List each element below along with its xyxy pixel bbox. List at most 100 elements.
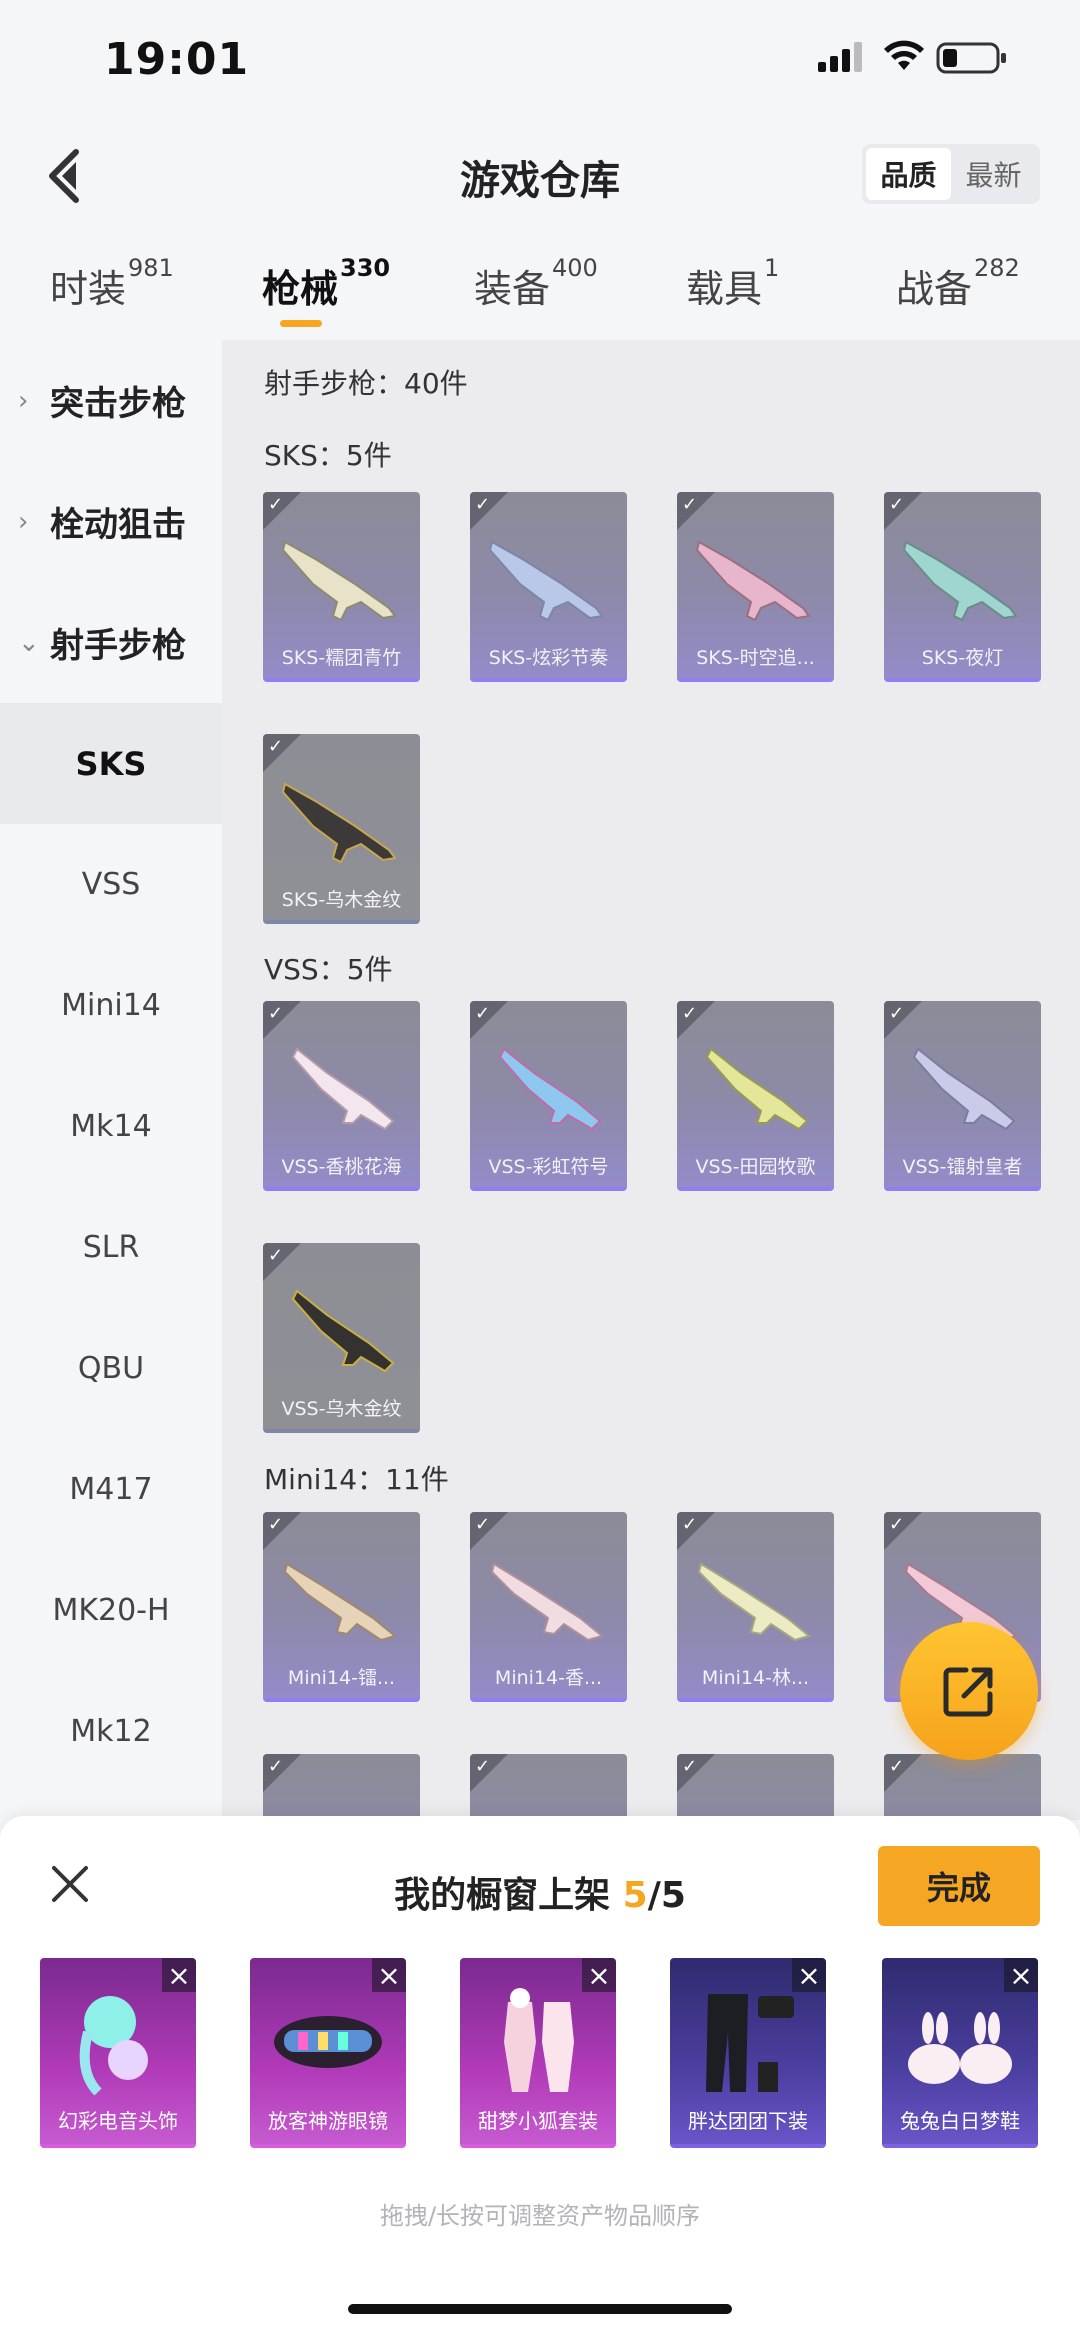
- tab-label: 装备: [474, 267, 551, 311]
- item-card[interactable]: ✓ SKS-糯团青竹: [263, 492, 420, 682]
- headwear-icon: [79, 1996, 148, 2096]
- rifle-icon: [695, 540, 811, 622]
- sidebar-group-dmr[interactable]: ⌄ 射手步枪: [0, 582, 222, 703]
- remove-icon[interactable]: ×: [582, 1958, 616, 1992]
- remove-icon[interactable]: ×: [162, 1958, 196, 1992]
- sidebar-item-m417[interactable]: M417: [0, 1429, 222, 1550]
- item-name: VSS-田园牧歌: [695, 1156, 816, 1178]
- done-button[interactable]: 完成: [878, 1846, 1040, 1926]
- rifle-icon: [705, 1047, 809, 1131]
- item-card[interactable]: ✓ VSS-香桃花海: [263, 1001, 420, 1191]
- item-card[interactable]: ✓ SKS-乌木金纹: [263, 734, 420, 924]
- item-card[interactable]: ✓: [884, 1754, 1041, 1820]
- rifle-icon: [902, 540, 1018, 622]
- sidebar-group-label: 突击步枪: [50, 384, 186, 424]
- rifle-icon: [291, 1289, 395, 1373]
- signal-icon: [818, 42, 862, 72]
- sidebar-group-label: 射手步枪: [50, 626, 186, 666]
- outfit-icon: [504, 1988, 574, 2092]
- item-card[interactable]: ✓ SKS-夜灯: [884, 492, 1041, 682]
- status-bar: 19:01: [0, 0, 1080, 120]
- item-card[interactable]: ✓: [677, 1754, 834, 1820]
- sidebar-item-mk20h[interactable]: MK20-H: [0, 1550, 222, 1671]
- chevron-right-icon: ›: [18, 385, 29, 416]
- sidebar-group-bolt-sniper[interactable]: › 栓动狙击: [0, 461, 222, 582]
- check-icon: ✓: [268, 1003, 284, 1024]
- sidebar-item-mini14[interactable]: Mini14: [0, 945, 222, 1066]
- check-icon: ✓: [268, 1245, 284, 1266]
- tab-guns[interactable]: 枪械330: [262, 254, 390, 313]
- rifle-icon: [488, 540, 604, 622]
- sidebar-item-sks[interactable]: SKS: [0, 703, 222, 824]
- item-card[interactable]: ✓ VSS-乌木金纹: [263, 1243, 420, 1433]
- item-name: SKS-炫彩节奏: [488, 647, 609, 669]
- tab-fashion[interactable]: 时装981: [50, 254, 174, 313]
- item-name: SKS-夜灯: [921, 647, 1004, 669]
- tab-label: 载具: [686, 267, 763, 311]
- sidebar-item-mk14[interactable]: Mk14: [0, 1066, 222, 1187]
- tab-label: 战备: [896, 267, 973, 311]
- check-icon: ✓: [889, 494, 905, 515]
- sidebar-item-qbu[interactable]: QBU: [0, 1308, 222, 1429]
- item-card[interactable]: ✓: [263, 1754, 420, 1820]
- wifi-icon: [884, 40, 924, 70]
- item-card[interactable]: ✓ SKS-炫彩节奏: [470, 492, 627, 682]
- section-header-sks: SKS：5件: [264, 439, 392, 472]
- item-card[interactable]: ✓ VSS-镭射皇者: [884, 1001, 1041, 1191]
- item-card[interactable]: ✓ VSS-彩虹符号: [470, 1001, 627, 1191]
- item-name: VSS-镭射皇者: [902, 1156, 1023, 1178]
- shelf-item[interactable]: × 胖达团团下装: [670, 1958, 826, 2148]
- item-card[interactable]: ✓: [470, 1754, 627, 1820]
- sidebar-group-label: 栓动狙击: [50, 505, 186, 545]
- shelf-item[interactable]: × 甜梦小狐套装: [460, 1958, 616, 2148]
- remove-icon[interactable]: ×: [792, 1958, 826, 1992]
- share-button[interactable]: [900, 1622, 1038, 1760]
- rifle-icon: [498, 1047, 602, 1131]
- tab-label: 枪械: [262, 267, 339, 311]
- shelf-item[interactable]: × 兔兔白日梦鞋: [882, 1958, 1038, 2148]
- item-card[interactable]: ✓ Mini14-镭...: [263, 1512, 420, 1702]
- sidebar-group-assault-rifle[interactable]: › 突击步枪: [0, 340, 222, 461]
- check-icon: ✓: [889, 1756, 905, 1777]
- item-name: VSS-香桃花海: [281, 1156, 402, 1178]
- rifle-icon: [283, 1562, 398, 1642]
- remove-icon[interactable]: ×: [372, 1958, 406, 1992]
- check-icon: ✓: [475, 494, 491, 515]
- sidebar-item-mk12[interactable]: Mk12: [0, 1671, 222, 1792]
- rifle-icon: [912, 1047, 1016, 1131]
- showcase-count-current: 5: [622, 1875, 648, 1916]
- check-icon: ✓: [268, 1514, 284, 1535]
- shelf-item-name: 兔兔白日梦鞋: [900, 2109, 1020, 2133]
- item-card[interactable]: ✓ SKS-时空追...: [677, 492, 834, 682]
- section-header-vss: VSS：5件: [264, 953, 393, 986]
- tab-equipment[interactable]: 装备400: [474, 254, 598, 313]
- check-icon: ✓: [475, 1756, 491, 1777]
- item-name: Mini14-林...: [701, 1667, 810, 1689]
- tab-vehicles[interactable]: 载具1: [686, 254, 779, 313]
- item-name: VSS-彩虹符号: [488, 1156, 609, 1178]
- sort-newest-button[interactable]: 最新: [951, 148, 1036, 200]
- item-name: Mini14-香...: [494, 1667, 603, 1689]
- home-indicator: [348, 2304, 732, 2314]
- sort-toggle[interactable]: 品质 最新: [862, 144, 1040, 204]
- shelf-item-name: 甜梦小狐套装: [478, 2109, 598, 2133]
- item-name: Mini14-镭...: [287, 1667, 396, 1689]
- item-card[interactable]: ✓ Mini14-香...: [470, 1512, 627, 1702]
- tab-combat[interactable]: 战备282: [896, 254, 1020, 313]
- check-icon: ✓: [475, 1514, 491, 1535]
- shelf-item[interactable]: × 幻彩电音头饰: [40, 1958, 196, 2148]
- item-card[interactable]: ✓ VSS-田园牧歌: [677, 1001, 834, 1191]
- check-icon: ✓: [889, 1514, 905, 1535]
- remove-icon[interactable]: ×: [1004, 1958, 1038, 1992]
- item-grid: 射手步枪：40件 SKS：5件 ✓ SKS-糯团青竹 ✓ SKS-炫彩节奏 ✓ SKS…: [222, 340, 1080, 1820]
- active-tab-indicator: [280, 320, 322, 327]
- shelf-item[interactable]: × 放客神游眼镜: [250, 1958, 406, 2148]
- check-icon: ✓: [682, 1756, 698, 1777]
- sidebar-item-slr[interactable]: SLR: [0, 1187, 222, 1308]
- check-icon: ✓: [889, 1003, 905, 1024]
- shelf-item-name: 胖达团团下装: [688, 2109, 808, 2133]
- sidebar-item-vss[interactable]: VSS: [0, 824, 222, 945]
- sort-quality-button[interactable]: 品质: [866, 148, 951, 200]
- item-card[interactable]: ✓ Mini14-林...: [677, 1512, 834, 1702]
- check-icon: ✓: [682, 1003, 698, 1024]
